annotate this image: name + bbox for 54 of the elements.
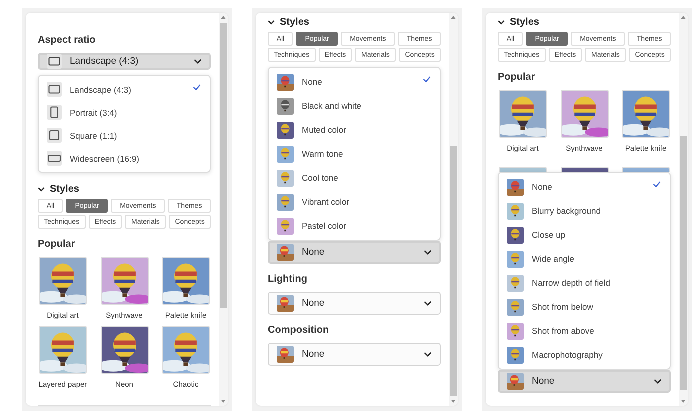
section-label: Aspect ratio [38, 35, 97, 46]
dropdown[interactable]: Landscape (4:3) [38, 53, 211, 70]
chevron-down-icon [424, 352, 432, 357]
scrollbar[interactable] [679, 13, 688, 406]
dropdown[interactable]: None [268, 292, 441, 315]
menu-item[interactable]: Cool tone [269, 166, 440, 190]
menu-item[interactable]: Blurry background [499, 199, 670, 223]
styles-toggle[interactable]: Styles [268, 17, 441, 28]
chevron-down-icon [194, 59, 202, 64]
chevron-down-icon [498, 20, 505, 25]
menu-item[interactable]: Portrait (3:4) [39, 101, 210, 124]
dropdown[interactable]: None [498, 370, 671, 393]
styles-toggle[interactable]: Styles [38, 184, 211, 195]
menu-item[interactable]: Square (1:1) [39, 124, 210, 147]
chevron-down-icon [424, 301, 432, 306]
menu-item[interactable]: Macrophotography [499, 343, 670, 367]
menu-item[interactable]: None [499, 175, 670, 199]
scrollbar[interactable] [219, 13, 228, 406]
section-label: Composition [268, 325, 330, 336]
rectangle-icon [47, 128, 62, 143]
dropdown[interactable]: None [268, 343, 441, 366]
menu-item[interactable]: Pastel color [269, 214, 440, 238]
menu-item[interactable]: Warm tone [269, 142, 440, 166]
menu-item[interactable]: Widescreen (16:9) [39, 147, 210, 170]
scroll-down-icon[interactable] [221, 400, 226, 403]
rectangle-icon [47, 105, 62, 120]
menu-item[interactable]: Landscape (4:3) [39, 78, 210, 101]
menu-item[interactable]: None [269, 70, 440, 94]
menu-item[interactable]: Muted color [269, 118, 440, 142]
menu-item[interactable]: Close up [499, 223, 670, 247]
section-label: Popular [38, 239, 76, 250]
scroll-down-icon[interactable] [681, 400, 686, 403]
rectangle-icon [47, 82, 62, 97]
chevron-down-icon [654, 379, 662, 384]
chevron-down-icon [424, 250, 432, 255]
section-label: Popular [498, 72, 536, 83]
menu-item[interactable]: Vibrant color [269, 190, 440, 214]
scrollbar[interactable] [449, 13, 458, 406]
menu-item[interactable]: Black and white [269, 94, 440, 118]
menu-item[interactable]: Shot from below [499, 295, 670, 319]
rectangle-icon [47, 151, 62, 166]
chevron-down-icon [268, 20, 275, 25]
menu-item[interactable]: Narrow depth of field [499, 271, 670, 295]
scroll-up-icon[interactable] [221, 16, 226, 19]
styles-toggle[interactable]: Styles [498, 17, 671, 28]
menu-item[interactable]: Wide angle [499, 247, 670, 271]
dropdown[interactable]: None [268, 241, 441, 264]
rectangle-icon [47, 54, 62, 69]
menu-item[interactable]: Shot from above [499, 319, 670, 343]
scroll-down-icon[interactable] [451, 400, 456, 403]
chevron-down-icon [38, 187, 45, 192]
section-label: Lighting [268, 274, 308, 285]
scroll-up-icon[interactable] [681, 16, 686, 19]
scroll-up-icon[interactable] [451, 16, 456, 19]
